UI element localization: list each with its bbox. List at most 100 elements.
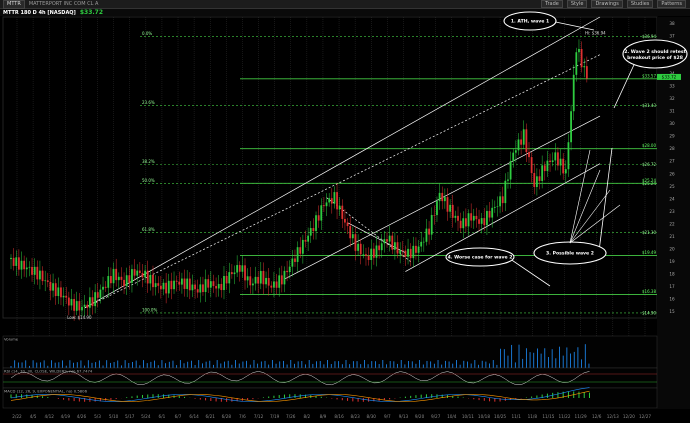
callout-text: 2. Wave 2 should retest bbox=[624, 49, 686, 55]
candle-body bbox=[52, 283, 54, 291]
macd-histogram-bar bbox=[68, 398, 70, 401]
candle-body bbox=[28, 266, 31, 268]
volume-bar bbox=[319, 361, 321, 368]
candle-body bbox=[349, 226, 352, 239]
macd-histogram-bar bbox=[341, 398, 343, 401]
candle-body bbox=[288, 266, 291, 273]
candle-body bbox=[73, 299, 76, 311]
volume-bar bbox=[581, 359, 582, 368]
volume-bar bbox=[143, 360, 144, 368]
candle-body bbox=[241, 265, 244, 272]
candle-body bbox=[17, 257, 20, 270]
macd-histogram-bar bbox=[283, 394, 285, 398]
candle-body bbox=[570, 111, 572, 143]
macd-histogram-bar bbox=[431, 394, 433, 398]
candle-body bbox=[333, 192, 336, 204]
volume-bar bbox=[349, 364, 351, 368]
candle-body bbox=[57, 287, 60, 297]
candlestick-chart[interactable]: 2/22 4/5 4/12 4/19 4/26 5/3 5/10 5/17 5/24 6/1 6/7… bbox=[0, 0, 690, 423]
macd-histogram-bar bbox=[147, 394, 149, 398]
x-tick-label: 9/7 bbox=[384, 414, 391, 419]
fib-level-value: $31.43 bbox=[642, 103, 656, 108]
panel-label: Volume bbox=[4, 337, 19, 342]
volume-bar bbox=[341, 364, 343, 368]
candle-body bbox=[238, 265, 241, 272]
volume-bar bbox=[312, 363, 314, 368]
x-tick-label: 4/19 bbox=[61, 414, 71, 419]
candle-body bbox=[299, 247, 302, 254]
candle-body bbox=[23, 260, 26, 270]
volume-bar bbox=[496, 364, 498, 368]
candle-body bbox=[514, 150, 517, 153]
volume-bar bbox=[338, 361, 340, 368]
last-price-tag-label: $33.72 bbox=[662, 75, 677, 80]
x-tick-label: 11/15 bbox=[542, 414, 554, 419]
volume-bar bbox=[588, 363, 590, 368]
candle-body bbox=[191, 284, 194, 291]
candle-body bbox=[207, 279, 210, 288]
candle-body bbox=[546, 160, 549, 172]
volume-bar bbox=[422, 364, 424, 368]
volume-bar bbox=[109, 362, 111, 368]
fib-level-label: 38.2% bbox=[142, 159, 155, 164]
volume-bar bbox=[286, 364, 288, 368]
volume-bar bbox=[209, 360, 211, 368]
callout-arrow bbox=[506, 256, 551, 287]
x-tick-label: 7/26 bbox=[286, 414, 296, 419]
candle-body bbox=[307, 235, 310, 242]
candle-body bbox=[457, 215, 459, 221]
y-tick-label: 15 bbox=[669, 309, 675, 314]
candle-body bbox=[273, 281, 275, 288]
candle-body bbox=[454, 215, 457, 218]
x-tick-label: 6/21 bbox=[206, 414, 216, 419]
macd-histogram-bar bbox=[131, 396, 133, 398]
candle-body bbox=[157, 283, 160, 286]
volume-bar bbox=[503, 349, 505, 368]
volume-bar bbox=[32, 360, 34, 368]
macd-histogram-bar bbox=[347, 398, 349, 401]
candle-body bbox=[44, 280, 47, 282]
candle-body bbox=[330, 198, 333, 204]
candle-body bbox=[562, 158, 565, 174]
fib-level-label: 50.0% bbox=[142, 178, 155, 183]
macd-histogram-bar bbox=[252, 398, 254, 400]
candle-body bbox=[62, 295, 65, 298]
candle-body bbox=[194, 284, 196, 290]
volume-bar bbox=[559, 346, 560, 368]
volume-bar bbox=[102, 365, 104, 368]
volume-bar bbox=[345, 360, 347, 368]
candle-body bbox=[425, 228, 428, 242]
candle-body bbox=[138, 270, 141, 273]
macd-histogram-bar bbox=[273, 395, 275, 398]
x-tick-label: 7/19 bbox=[270, 414, 280, 419]
candle-body bbox=[199, 284, 202, 293]
macd-histogram-bar bbox=[546, 393, 548, 398]
candle-body bbox=[123, 279, 125, 286]
volume-bar bbox=[500, 348, 502, 368]
volume-bar bbox=[478, 364, 479, 368]
rsi-panel bbox=[2, 367, 658, 389]
candle-body bbox=[325, 202, 328, 207]
candle-body bbox=[152, 274, 154, 288]
volume-bar bbox=[474, 360, 476, 368]
volume-bar bbox=[393, 361, 395, 368]
candle-body bbox=[304, 239, 307, 242]
macd-histogram-bar bbox=[36, 395, 38, 398]
volume-bar bbox=[364, 360, 365, 368]
y-tick-label: 16 bbox=[669, 297, 675, 302]
candle-body bbox=[488, 210, 491, 218]
volume-bar bbox=[150, 361, 152, 368]
candle-body bbox=[110, 276, 112, 284]
volume-bar bbox=[297, 361, 299, 368]
volume-bar bbox=[220, 363, 222, 368]
volume-bar bbox=[316, 361, 317, 368]
volume-bar bbox=[400, 360, 402, 368]
volume-bar bbox=[213, 364, 214, 368]
candle-body bbox=[359, 243, 362, 255]
candle-body bbox=[407, 248, 409, 257]
candle-body bbox=[509, 161, 512, 180]
candle-body bbox=[543, 165, 546, 172]
candle-body bbox=[94, 292, 97, 307]
macd-histogram-bar bbox=[525, 397, 527, 398]
candle-body bbox=[173, 280, 175, 290]
